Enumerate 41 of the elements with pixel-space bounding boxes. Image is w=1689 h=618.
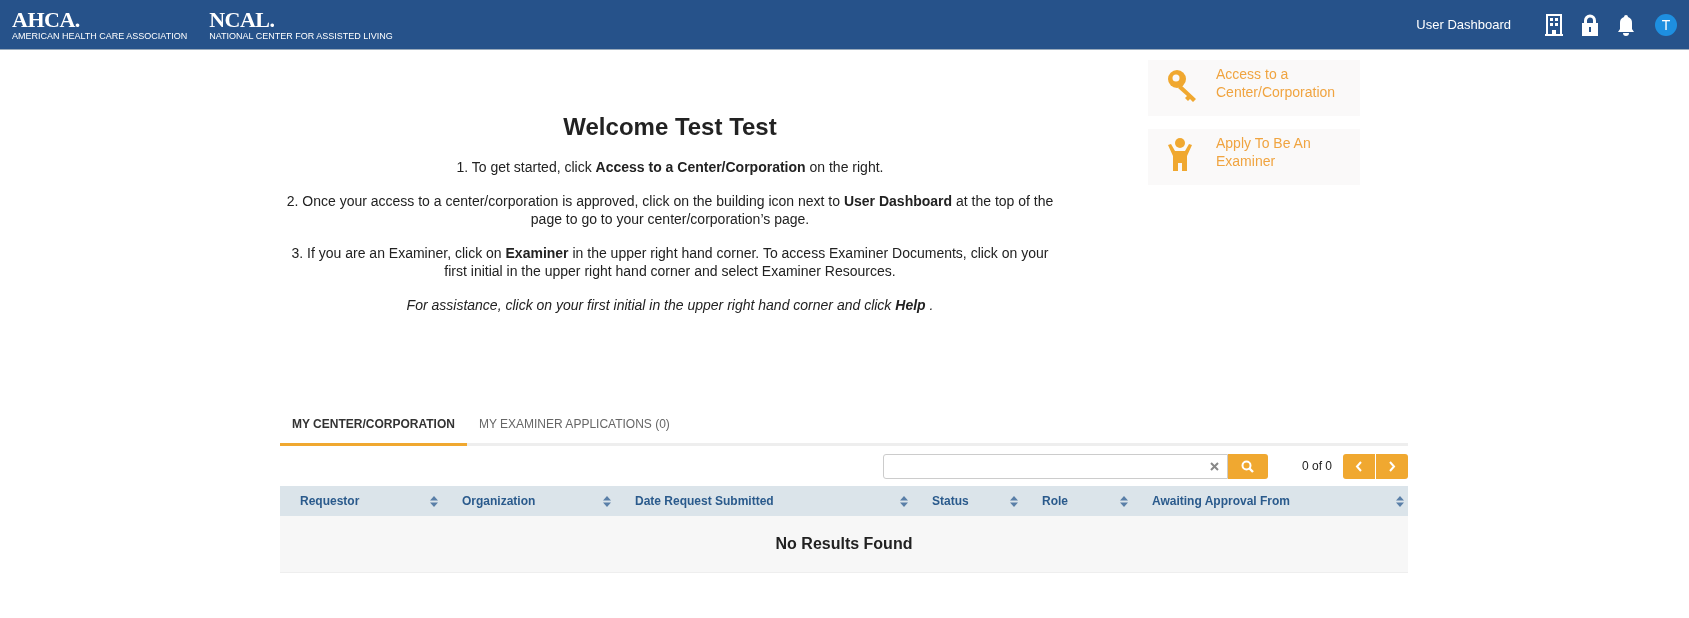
clear-icon[interactable] [1209,461,1219,471]
search-field[interactable] [882,453,1228,479]
next-page-button[interactable] [1376,453,1408,479]
sort-icon[interactable] [1010,495,1018,507]
chevron-left-icon [1355,460,1363,472]
sort-icon[interactable] [603,495,611,507]
column-header[interactable]: Awaiting Approval From [1152,494,1290,508]
sort-icon[interactable] [1120,495,1128,507]
previous-page-button[interactable] [1343,453,1375,479]
search-button[interactable] [1227,453,1268,479]
logo-wordmark: NCAL. [209,8,276,31]
bell-icon[interactable] [1617,13,1635,36]
column-header[interactable]: Organization [462,494,536,508]
empty-message: No Results Found [775,535,913,553]
instruction-text: 3. If you are an Examiner, click on Examiner in the upper right hand corner. To access Examiner Documents, click on your first initial in the upper right hand corner and select Examiner Resources. [290,244,1050,280]
column-header[interactable]: Role [1042,494,1068,508]
user-dashboard-link[interactable]: User Dashboard [1416,17,1511,32]
instruction-text: 2. Once your access to a center/corporation is approved, click on the building icon next to User Dashboard at the top of the page to go to your center/corporation’s page. [285,192,1055,228]
sort-icon[interactable] [1396,495,1404,507]
sort-icon[interactable] [900,495,908,507]
logo-wordmark: AHCA. [12,8,81,31]
tab[interactable]: MY EXAMINER APPLICATIONS (0) [466,405,682,446]
sort-icon[interactable] [430,495,438,507]
column-header[interactable]: Status [932,494,969,508]
column-header[interactable]: Date Request Submitted [635,494,774,508]
logo[interactable]: NCAL. NATIONAL CENTER FOR ASSISTED LIVING [209,8,393,41]
result-count: 0 of 0 [1301,459,1332,473]
logo-tagline: NATIONAL CENTER FOR ASSISTED LIVING [209,30,393,41]
logo[interactable]: AHCA. AMERICAN HEALTH CARE ASSOCIATION [12,8,188,41]
logo-tagline: AMERICAN HEALTH CARE ASSOCIATION [12,30,188,41]
person-icon [1166,137,1194,173]
column-header[interactable]: Requestor [300,494,360,508]
tab[interactable]: MY CENTER/CORPORATION [280,405,467,446]
lock-icon[interactable] [1581,13,1599,36]
user-avatar[interactable]: T [1655,13,1677,36]
help-note: For assistance, click on your first initial in the upper right hand corner and click Help . [405,296,935,314]
search-icon [1241,459,1255,473]
instruction-text: 1. To get started, click Access to a Center/Corporation on the right. [455,158,885,176]
welcome-heading: Welcome Test Test [562,118,778,136]
chevron-right-icon [1388,460,1396,472]
building-icon[interactable] [1545,13,1563,36]
